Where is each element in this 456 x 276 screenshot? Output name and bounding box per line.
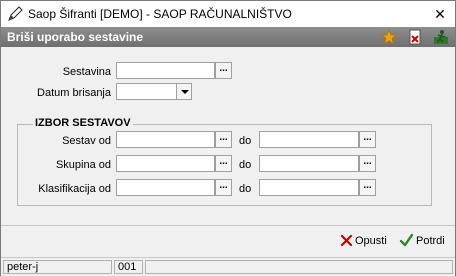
form-header: Briši uporabo sestavine [1, 27, 455, 47]
skupina-od-input[interactable] [116, 155, 215, 172]
sestav-do-input[interactable] [259, 131, 359, 148]
skupina-do-input[interactable] [259, 155, 359, 172]
document-delete-icon[interactable] [407, 29, 423, 45]
skupina-od-label: Skupina od [55, 159, 111, 171]
klasifikacija-od-label: Klasifikacija od [38, 183, 111, 195]
cancel-label: Opusti [355, 235, 387, 247]
status-extra [145, 260, 453, 274]
sestavina-input[interactable] [116, 62, 215, 79]
check-icon [399, 233, 414, 247]
sestavina-label: Sestavina [62, 66, 111, 78]
pen-app-icon [8, 6, 23, 21]
form-title: Briši uporabo sestavine [7, 30, 144, 44]
cancel-x-icon [340, 234, 353, 247]
status-code: 001 [114, 260, 143, 274]
group-title: IZBOR SESTAVOV [33, 117, 133, 129]
title-bar: Saop Šifranti [DEMO] - SAOP RAČUNALNIŠTV… [1, 1, 455, 27]
klasifikacija-do-label: do [239, 183, 252, 195]
klasifikacija-od-input[interactable] [116, 179, 215, 196]
close-button[interactable]: ✕ [425, 3, 455, 25]
exit-run-icon[interactable] [433, 29, 449, 45]
star-icon[interactable] [381, 29, 397, 45]
sestav-do-label: do [239, 135, 252, 147]
sestavina-lookup-button[interactable]: ... [215, 62, 232, 79]
datum-brisanja-input[interactable] [116, 83, 177, 100]
skupina-do-label: do [239, 159, 252, 171]
chevron-down-icon[interactable] [177, 83, 192, 100]
dialog-window: Saop Šifranti [DEMO] - SAOP RAČUNALNIŠTV… [0, 0, 456, 276]
sestav-od-input[interactable] [116, 131, 215, 148]
skupina-do-lookup-button[interactable]: ... [359, 155, 376, 172]
klasifikacija-do-input[interactable] [259, 179, 359, 196]
status-user: peter-j [3, 260, 112, 274]
window-title: Saop Šifranti [DEMO] - SAOP RAČUNALNIŠTV… [28, 7, 292, 21]
klasifikacija-do-lookup-button[interactable]: ... [359, 179, 376, 196]
datum-brisanja-label: Datum brisanja [37, 87, 111, 99]
sestav-od-label: Sestav od [62, 135, 111, 147]
sestav-do-lookup-button[interactable]: ... [359, 131, 376, 148]
klasifikacija-od-lookup-button[interactable]: ... [215, 179, 232, 196]
status-bar: peter-j 001 [1, 257, 455, 276]
sestav-od-lookup-button[interactable]: ... [215, 131, 232, 148]
confirm-label: Potrdi [416, 235, 445, 247]
footer-divider [1, 225, 455, 226]
skupina-od-lookup-button[interactable]: ... [215, 155, 232, 172]
